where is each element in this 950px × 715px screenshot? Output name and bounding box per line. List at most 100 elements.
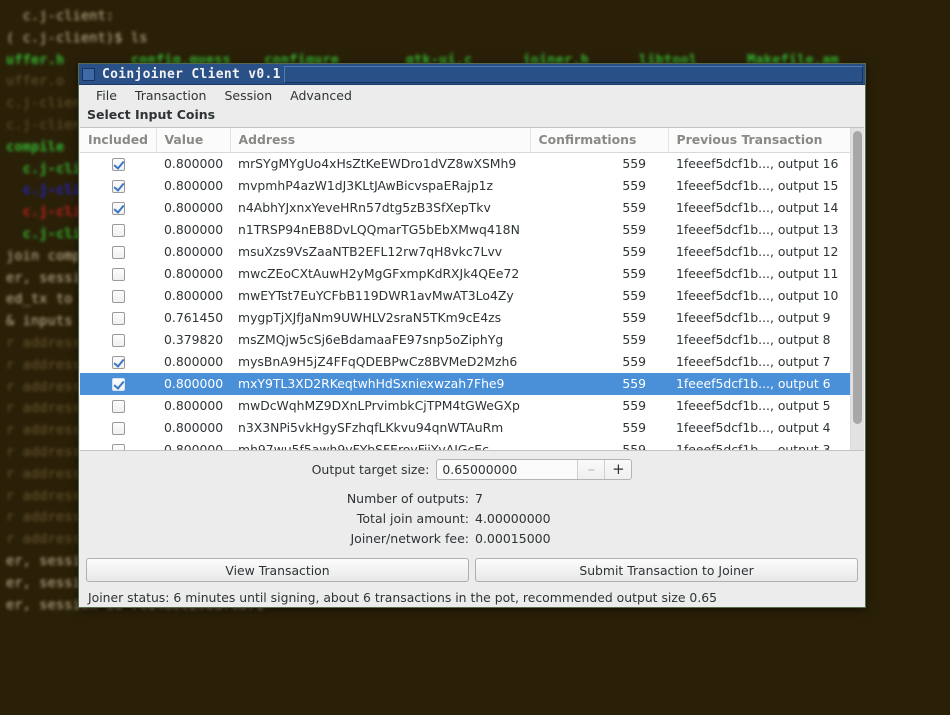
include-checkbox[interactable] [111,334,125,347]
cell-previous-transaction: 1feeef5dcf1b..., output 5 [676,398,831,413]
include-checkbox[interactable] [111,202,125,215]
menu-item-advanced[interactable]: Advanced [281,86,361,105]
summary-stats: Number of outputs: 7 Total join amount: 4.0… [79,489,865,549]
input-coins-table-container: Included Value Address Confirmations Pre… [80,127,864,451]
table-row[interactable]: 0.800000 mrSYgMYgUo4xHsZtKeEWDro1dVZ8wXSM… [80,153,864,175]
cell-previous-transaction: 1feeef5dcf1b..., output 11 [676,266,839,281]
table-row[interactable]: 0.379820 msZMQjw5cSj6eBdamaaFE97snp5oZiph… [80,329,864,351]
menu-item-transaction[interactable]: Transaction [126,86,216,105]
include-checkbox[interactable] [111,422,125,435]
summary-stat-row: Total join amount: 4.00000000 [79,509,865,529]
menu-item-file[interactable]: File [87,86,126,105]
include-checkbox[interactable] [111,180,125,193]
include-checkbox[interactable] [111,224,125,237]
submit-transaction-button[interactable]: Submit Transaction to Joiner [475,558,858,582]
cell-included [80,241,156,263]
cell-confirmations: 559 [622,266,646,281]
cell-included [80,175,156,197]
titlebar-filler [283,65,863,83]
cell-address: mwcZEoCXtAuwH2yMgGFxmpKdRXJk4QEe72 [238,266,520,281]
include-checkbox[interactable] [111,268,125,281]
cell-previous-transaction: 1feeef5dcf1b..., output 16 [676,156,839,172]
table-row[interactable]: 0.800000 mwcZEoCXtAuwH2yMgGFxmpKdRXJk4QEe… [80,263,864,285]
cell-confirmations: 559 [622,354,646,369]
cell-address: n3X3NPi5vkHgySFzhqfLKkvu94qnWTAuRm [238,420,504,435]
table-row[interactable]: 0.800000 mwDcWqhMZ9DXnLPrvimbkCjTPM4tGWeG… [80,395,864,417]
cell-previous-transaction: 1feeef5dcf1b..., output 12 [676,244,839,259]
include-checkbox[interactable] [111,290,125,303]
action-button-row: View Transaction Submit Transaction to J… [79,549,865,582]
window-icon [82,67,95,81]
table-row[interactable]: 0.800000 mvpmhP4azW1dJ3KLtJAwBicvspaERajp… [80,175,864,197]
table-row[interactable]: 0.800000 mwEYTst7EuYCFbB119DWR1avMwAT3Lo4… [80,285,864,307]
cell-included [80,153,156,175]
cell-included [80,329,156,351]
menu-item-session[interactable]: Session [215,86,281,105]
cell-included [80,285,156,307]
view-transaction-button[interactable]: View Transaction [86,558,469,582]
cell-confirmations: 559 [622,398,646,413]
cell-address: msZMQjw5cSj6eBdamaaFE97snp5oZiphYg [238,332,504,347]
summary-stat-value: 0.00015000 [475,531,551,546]
cell-address: mysBnA9H5jZ4FFqQDEBPwCz8BVMeD2Mzh6 [238,354,518,369]
table-row[interactable]: 0.800000 mysBnA9H5jZ4FFqQDEBPwCz8BVMeD2Mz… [80,351,864,373]
table-row[interactable]: 0.800000 mxY9TL3XD2RKeqtwhHdSxniexwzah7Fh… [80,372,864,395]
table-vertical-scrollbar[interactable] [850,128,864,450]
cell-confirmations: 559 [622,156,646,172]
cell-included [80,395,156,417]
menu-bar: File Transaction Session Advanced [79,85,865,106]
bottom-panel: Output target size: – + Number of output… [79,451,865,605]
table-row[interactable]: 0.800000 n1TRSP94nEB8DvLQQmarTG5bEbXMwq41… [80,219,864,241]
cell-address: n1TRSP94nEB8DvLQQmarTG5bEbXMwq418N [238,222,520,237]
include-checkbox[interactable] [111,158,125,172]
include-checkbox[interactable] [111,400,125,413]
include-checkbox[interactable] [111,444,125,450]
column-header-address[interactable]: Address [230,128,531,153]
cell-included [80,417,156,439]
cell-confirmations: 559 [622,244,646,259]
column-header-value[interactable]: Value [156,128,231,153]
cell-previous-transaction: 1feeef5dcf1b..., output 9 [676,310,831,325]
cell-previous-transaction: 1feeef5dcf1b..., output 6 [668,372,864,395]
include-checkbox[interactable] [111,246,125,259]
cell-included [80,197,156,219]
cell-address: mygpTjXJfJaNm9UWHLV2sraN5TKm9cE4zs [238,310,502,325]
window-titlebar[interactable]: Coinjoiner Client v0.1 [79,64,865,85]
table-row[interactable]: 0.800000 mh97wu5f5awh9vFYbSFErovFiiYvAIGc… [80,439,864,451]
table-row[interactable]: 0.761450 mygpTjXJfJaNm9UWHLV2sraN5TKm9cE4… [80,307,864,329]
table-row[interactable]: 0.800000 msuXzs9VsZaaNTB2EFL12rw7qH8vkc7L… [80,241,864,263]
cell-included [80,351,156,373]
decrement-button[interactable]: – [577,460,605,479]
table-row[interactable]: 0.800000 n3X3NPi5vkHgySFzhqfLKkvu94qnWTAu… [80,417,864,439]
increment-button[interactable]: + [604,460,632,479]
cell-value: 0.800000 [164,244,224,259]
cell-value: 0.800000 [164,156,224,172]
cell-previous-transaction: 1feeef5dcf1b..., output 10 [676,288,839,303]
table-row[interactable]: 0.800000 n4AbhYJxnxYeveHRn57dtg5zB3SfXepT… [80,197,864,219]
include-checkbox[interactable] [111,378,125,391]
cell-value: 0.800000 [164,442,224,451]
page-title: Select Input Coins [79,106,865,127]
coinjoiner-client-window: Coinjoiner Client v0.1 File Transaction Se… [78,63,866,608]
column-header-previous-transaction[interactable]: Previous Transaction [668,128,864,153]
cell-value: 0.800000 [164,288,224,303]
output-target-label: Output target size: [311,462,430,477]
window-title: Coinjoiner Client v0.1 [102,66,281,82]
output-target-spinner[interactable]: – + [436,459,633,480]
cell-previous-transaction: 1feeef5dcf1b..., output 15 [676,178,839,193]
scrollbar-thumb[interactable] [853,131,862,424]
cell-confirmations: 559 [622,222,646,237]
summary-stat-label: Joiner/network fee: [350,531,470,546]
cell-value: 0.800000 [164,266,224,281]
status-bar: Joiner status: 6 minutes until signing, … [88,590,718,605]
cell-confirmations: 559 [622,442,646,451]
cell-value: 0.379820 [164,332,224,347]
cell-address: mxY9TL3XD2RKeqtwhHdSxniexwzah7Fhe9 [230,372,530,395]
output-target-input[interactable] [437,460,578,479]
include-checkbox[interactable] [111,356,125,369]
include-checkbox[interactable] [111,312,125,325]
table-header-row: Included Value Address Confirmations Pre… [80,128,864,153]
cell-included [80,372,156,395]
column-header-included[interactable]: Included [80,128,157,153]
column-header-confirmations[interactable]: Confirmations [530,128,669,153]
